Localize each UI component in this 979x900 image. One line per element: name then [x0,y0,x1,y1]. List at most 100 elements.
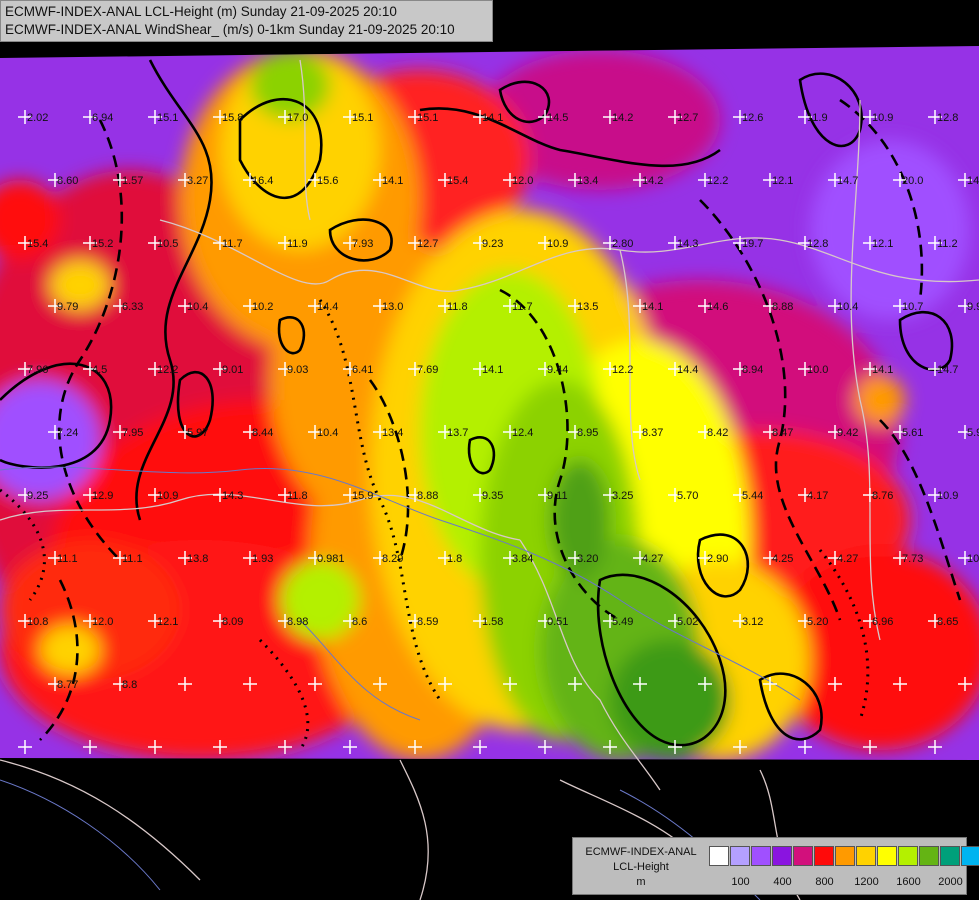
station-value: 8.60 [57,175,78,187]
station-value: 4.5 [92,364,107,376]
station-value: 8.29 [382,553,403,565]
station-value: 12.1 [872,238,893,250]
station-value: 0.51 [547,616,568,628]
station-value: 14.2 [612,112,633,124]
legend-swatch [793,846,813,866]
station-value: 8.98 [287,616,308,628]
station-value: 15.1 [157,112,178,124]
station-value: 12.4 [512,427,533,439]
station-value: 8.09 [222,616,243,628]
station-value: 14.1 [642,301,663,313]
station-value: 6.41 [352,364,373,376]
station-value: 14.1 [482,364,503,376]
station-value: 14.1 [382,175,403,187]
legend-swatches [709,846,979,866]
station-value: 12.7 [417,238,438,250]
station-value: 8.47 [772,427,793,439]
station-value: 7.96 [27,364,48,376]
station-value: 14.3 [677,238,698,250]
legend-swatch [730,846,750,866]
station-value: 14.5 [547,112,568,124]
station-value: 14.1 [967,175,979,187]
station-value: 0.981 [317,553,345,565]
title-line-2: ECMWF-INDEX-ANAL WindShear_ (m/s) 0-1km … [5,22,455,37]
station-value: 12.0 [92,616,113,628]
station-value: 15.1 [417,112,438,124]
station-value: 9.91 [967,301,979,313]
station-value: 15.1 [352,112,373,124]
station-value: 8.6 [352,616,367,628]
station-value: 12.6 [742,112,763,124]
station-value: 2.90 [707,553,728,565]
station-value: 1.58 [482,616,503,628]
legend-swatch [919,846,939,866]
station-value: 2.02 [27,112,48,124]
station-value: 11.1 [122,553,143,565]
station-value: 9.35 [482,490,503,502]
legend-model: ECMWF-INDEX-ANAL [585,846,697,858]
station-value: 3.25 [612,490,633,502]
station-value: 9.42 [837,427,858,439]
station-value: 15.4 [447,175,468,187]
station-value: 11.9 [287,238,308,250]
station-value: 8.88 [772,301,793,313]
station-value: 11.8 [287,490,308,502]
station-value: 13.8 [187,553,208,565]
station-value: 12.8 [937,112,958,124]
station-value: 14.7 [937,364,958,376]
station-value: 11.7 [512,301,533,313]
station-value: 5.49 [612,616,633,628]
station-value: 10.7 [902,301,923,313]
station-value: 10.4 [317,427,338,439]
legend-swatch [835,846,855,866]
legend-swatch [772,846,792,866]
station-value: 8.76 [872,490,893,502]
station-value: 4.27 [642,553,663,565]
station-value: 3.12 [742,616,763,628]
legend-swatch [961,846,979,866]
station-value: 8.94 [742,364,763,376]
station-value: 1.8 [447,553,462,565]
station-value: 10.9 [157,490,178,502]
station-value: 6.96 [872,616,893,628]
station-value: 11.7 [222,238,243,250]
station-value: 4.17 [807,490,828,502]
station-value: 12.0 [512,175,533,187]
legend-tick-label: 1600 [896,876,921,888]
legend-swatch [814,846,834,866]
legend-tick-label: 2000 [938,876,963,888]
station-value: 15.8 [222,112,243,124]
legend-tick-label: 400 [773,876,792,888]
station-value: 7.93 [352,238,373,250]
legend-swatch [898,846,918,866]
station-value: 4.27 [837,553,858,565]
station-value: 2.80 [612,238,633,250]
station-value: 6.33 [122,301,143,313]
map-title-box: ECMWF-INDEX-ANAL LCL-Height (m) Sunday 2… [0,0,493,42]
station-value: 15.2 [92,238,113,250]
station-value: 12.8 [807,238,828,250]
station-value: 7.73 [902,553,923,565]
station-value: 8.42 [707,427,728,439]
station-value: 7.95 [122,427,143,439]
legend-swatch [751,846,771,866]
station-value: 10.5 [157,238,178,250]
station-value: 3.20 [577,553,598,565]
station-value: 13.7 [447,427,468,439]
station-value: 5.61 [902,427,923,439]
station-value: 10.2 [252,301,273,313]
station-value: 12.9 [92,490,113,502]
station-value: 5.44 [742,490,763,502]
color-legend: ECMWF-INDEX-ANAL LCL-Height m 100 400 800 1… [572,837,979,895]
station-value: 8.95 [577,427,598,439]
lcl-height-field [0,46,979,760]
station-value: 13.4 [577,175,598,187]
station-value: 11.1 [57,553,78,565]
legend-swatch [709,846,729,866]
title-line-1: ECMWF-INDEX-ANAL LCL-Height (m) Sunday 2… [5,4,397,19]
station-value: 5.20 [807,616,828,628]
station-value: 9.44 [547,364,568,376]
station-value: 5.96 [967,427,979,439]
station-value: 5.97 [187,427,208,439]
legend-tick-label: 100 [731,876,750,888]
